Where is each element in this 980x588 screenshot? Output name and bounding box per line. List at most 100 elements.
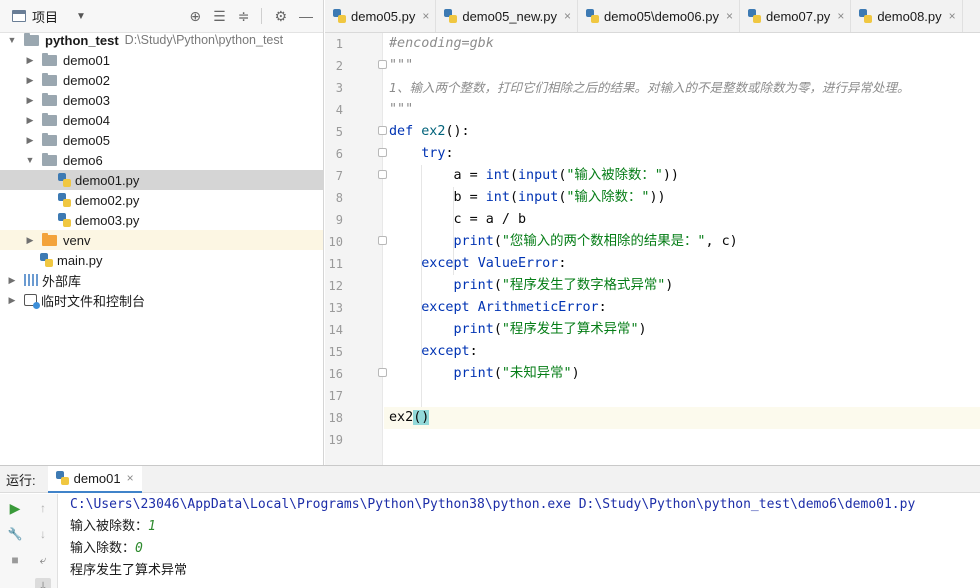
punct-token: (): [445,124,470,139]
line-number: 7 [335,169,343,183]
hide-panel-icon[interactable]: — [299,8,313,24]
builtin-token: print [453,234,494,249]
chevron-right-icon[interactable]: ▶ [24,55,36,66]
line-number: 6 [335,147,343,161]
chevron-right-icon[interactable]: ▶ [24,115,36,126]
chevron-right-icon[interactable]: ▶ [6,275,18,286]
soft-wrap-icon[interactable]: ⤶ [35,552,51,568]
chevron-right-icon[interactable]: ▶ [24,135,36,146]
gear-icon[interactable]: ⚙ [274,8,287,25]
tab-demo06[interactable]: demo05\demo06.py × [578,0,740,32]
chevron-down-icon[interactable]: ▼ [6,35,18,45]
tab-demo05[interactable]: demo05.py × [325,0,437,32]
python-file-icon [333,9,346,23]
console-output-text: 程序发生了算术异常 [70,563,188,578]
folder-icon [42,132,57,146]
code-editor[interactable]: 1 2 3 4 5 6 7 8 9 10 11 12 13 14 15 16 1… [325,33,980,465]
code-token: a = [453,168,486,183]
tree-item-demo01-py[interactable]: demo01.py [0,170,323,190]
close-icon[interactable]: × [949,9,956,23]
builtin-token: print [453,322,494,337]
fold-toggle-icon[interactable] [378,368,387,377]
tab-label: demo05\demo06.py [604,8,719,24]
line-number: 9 [335,213,343,227]
scroll-down-icon[interactable]: ↓ [35,526,51,542]
expand-all-icon[interactable]: ☰ [213,8,226,25]
tree-item-label: demo01.py [75,172,140,188]
function-name-token: ex2 [421,124,446,139]
fold-toggle-icon[interactable] [378,170,387,179]
tree-item-label: main.py [57,252,103,268]
scroll-to-end-icon[interactable]: ⤓ [35,578,51,588]
punct-token: ( [493,322,502,337]
tree-item-demo05[interactable]: ▶ demo05 [0,130,323,150]
stop-icon[interactable]: ■ [7,552,23,568]
tree-item-label: demo02.py [75,192,140,208]
chevron-down-icon[interactable]: ▼ [24,155,36,165]
tree-item-external-libraries[interactable]: ▶ 外部库 [0,270,323,290]
chevron-right-icon[interactable]: ▶ [6,295,18,306]
close-icon[interactable]: × [726,9,733,23]
close-icon[interactable]: × [422,9,429,23]
tree-root-python-test[interactable]: ▼ python_test D:\Study\Python\python_tes… [0,30,323,50]
chevron-right-icon[interactable]: ▶ [24,235,36,246]
tree-item-scratches[interactable]: ▶ 临时文件和控制台 [0,290,323,310]
tree-item-label: 临时文件和控制台 [41,293,146,309]
tree-item-demo03[interactable]: ▶ demo03 [0,90,323,110]
line-number: 17 [328,389,343,403]
chevron-right-icon[interactable]: ▶ [24,95,36,106]
punct-token: )) [662,168,679,183]
tree-item-demo03-py[interactable]: demo03.py [0,210,323,230]
close-icon[interactable]: × [837,9,844,23]
python-file-icon [444,9,458,23]
collapse-all-icon[interactable]: ≑ [238,8,250,25]
line-number: 4 [335,103,343,117]
tree-item-label: demo03.py [75,212,140,228]
locate-file-icon[interactable]: ⊕ [189,8,201,25]
tree-item-demo04[interactable]: ▶ demo04 [0,110,323,130]
tab-demo07[interactable]: demo07.py × [740,0,852,32]
project-view-dropdown-icon[interactable]: ▼ [76,11,86,22]
tab-label: demo08.py [877,8,942,24]
tree-item-demo02[interactable]: ▶ demo02 [0,70,323,90]
close-icon[interactable]: × [564,9,571,23]
tree-item-demo01[interactable]: ▶ demo01 [0,50,323,70]
console-output[interactable]: C:\Users\23046\AppData\Local\Programs\Py… [70,494,980,588]
string-token: "输入被除数：" [566,168,663,183]
tree-item-main-py[interactable]: main.py [0,250,323,270]
project-header: 项目 ▼ ⊕ ☰ ≑ ⚙ — [0,0,323,33]
code-line-1: #encoding=gbk [389,33,980,55]
scroll-up-icon[interactable]: ↑ [35,500,51,516]
tree-item-demo6[interactable]: ▼ demo6 [0,150,323,170]
code-line-7: a = int(input("输入被除数：")) [389,165,980,187]
tree-item-demo02-py[interactable]: demo02.py [0,190,323,210]
editor-pane: demo05.py × demo05_new.py × demo05\demo0… [325,0,980,465]
tab-demo05-new[interactable]: demo05_new.py × [436,0,579,32]
docstring-token: 1、输入两个整数，打印它们相除之后的结果。对输入的不是整数或除数为零，进行异常处… [389,80,910,95]
fold-toggle-icon[interactable] [378,236,387,245]
folder-icon [42,92,57,106]
builtin-token: int [485,168,510,183]
keyword-token: try [421,146,446,161]
editor-tab-bar: demo05.py × demo05_new.py × demo05\demo0… [325,0,980,33]
wrench-icon[interactable]: 🔧 [7,526,23,542]
run-tab-demo01[interactable]: demo01 × [47,465,142,493]
chevron-right-icon[interactable]: ▶ [24,75,36,86]
close-icon[interactable]: × [127,471,134,485]
tree-item-label: demo01 [63,52,110,68]
fold-toggle-icon[interactable] [378,60,387,69]
root-folder-path: D:\Study\Python\python_test [124,33,284,47]
python-file-icon [40,253,53,267]
tab-demo08[interactable]: demo08.py × [851,0,963,32]
code-line-9: c = a / b [389,209,980,231]
project-title[interactable]: 项目 [32,7,58,26]
rerun-icon[interactable]: ▶ [7,500,23,516]
line-number: 18 [328,411,343,425]
code-line-14: print("程序发生了算术异常") [389,319,980,341]
punct-token: )) [649,190,666,205]
punct-token: ( [509,190,518,205]
tree-item-venv[interactable]: ▶ venv [0,230,323,250]
fold-toggle-icon[interactable] [378,126,387,135]
fold-toggle-icon[interactable] [378,148,387,157]
punct-token: : [445,146,454,161]
